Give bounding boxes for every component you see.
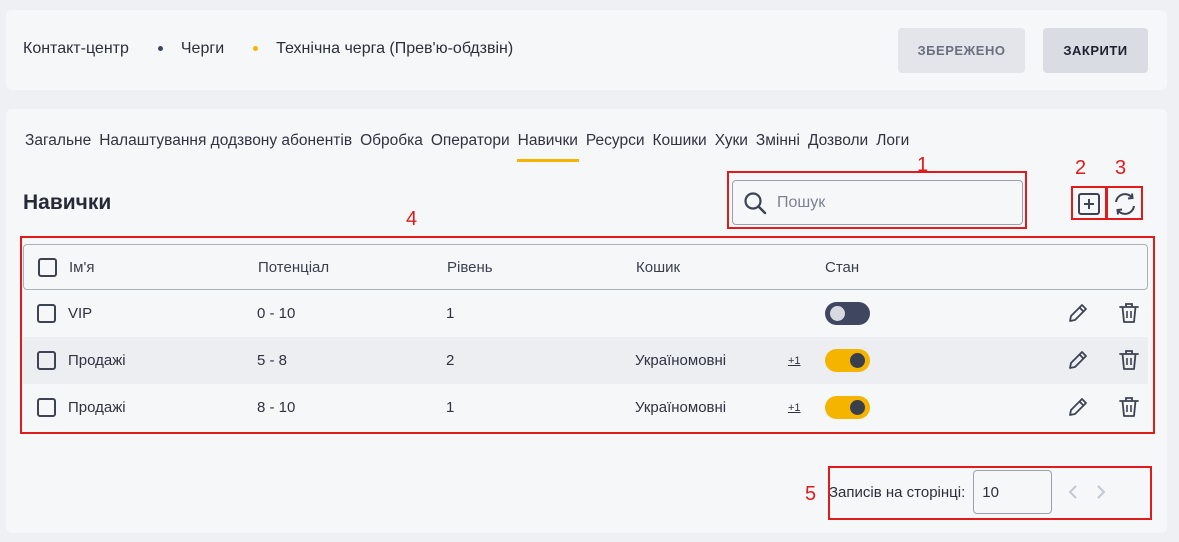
page-title: Навички: [23, 191, 112, 214]
annotation-box-table: [20, 236, 1155, 434]
annotation-label: 1: [917, 154, 929, 176]
tab-skills[interactable]: Навички: [516, 131, 580, 162]
annotation-box-refresh: [1106, 186, 1143, 220]
tab-general[interactable]: Загальне: [25, 131, 91, 161]
breadcrumb-separator: [157, 45, 163, 51]
tab-hooks[interactable]: Хуки: [715, 131, 748, 161]
breadcrumb-current: Технічна черга (Прев'ю-обдзвін): [276, 40, 514, 57]
breadcrumb-separator: [253, 45, 259, 51]
close-button[interactable]: ЗАКРИТИ: [1043, 28, 1148, 73]
tab-baskets[interactable]: Кошики: [653, 131, 707, 161]
annotation-label: 5: [805, 483, 817, 505]
tab-operators[interactable]: Оператори: [431, 131, 510, 161]
annotation-label: 2: [1075, 157, 1087, 179]
tab-permissions[interactable]: Дозволи: [808, 131, 868, 161]
top-bar: Контакт-центр Черги Технічна черга (Прев…: [6, 10, 1167, 90]
tab-resources[interactable]: Ресурси: [586, 131, 645, 161]
annotation-box-add: [1071, 186, 1107, 220]
tab-logs[interactable]: Логи: [876, 131, 909, 161]
annotation-label: 3: [1115, 157, 1127, 179]
annotation-box-search: [727, 171, 1027, 229]
breadcrumb-queues[interactable]: Черги: [181, 40, 224, 58]
breadcrumb-contact-center[interactable]: Контакт-центр: [23, 40, 129, 58]
tab-dial-settings[interactable]: Налаштування додзвону абонентів: [99, 131, 352, 161]
annotation-label: 4: [406, 208, 418, 230]
breadcrumb: Контакт-центр Черги Технічна черга (Прев…: [23, 40, 513, 58]
tab-processing[interactable]: Обробка: [360, 131, 423, 161]
tab-variables[interactable]: Змінні: [756, 131, 800, 161]
saved-button[interactable]: ЗБЕРЕЖЕНО: [898, 28, 1025, 73]
annotation-box-pagination: [828, 466, 1152, 520]
tab-bar: Загальне Налаштування додзвону абонентів…: [25, 131, 917, 163]
